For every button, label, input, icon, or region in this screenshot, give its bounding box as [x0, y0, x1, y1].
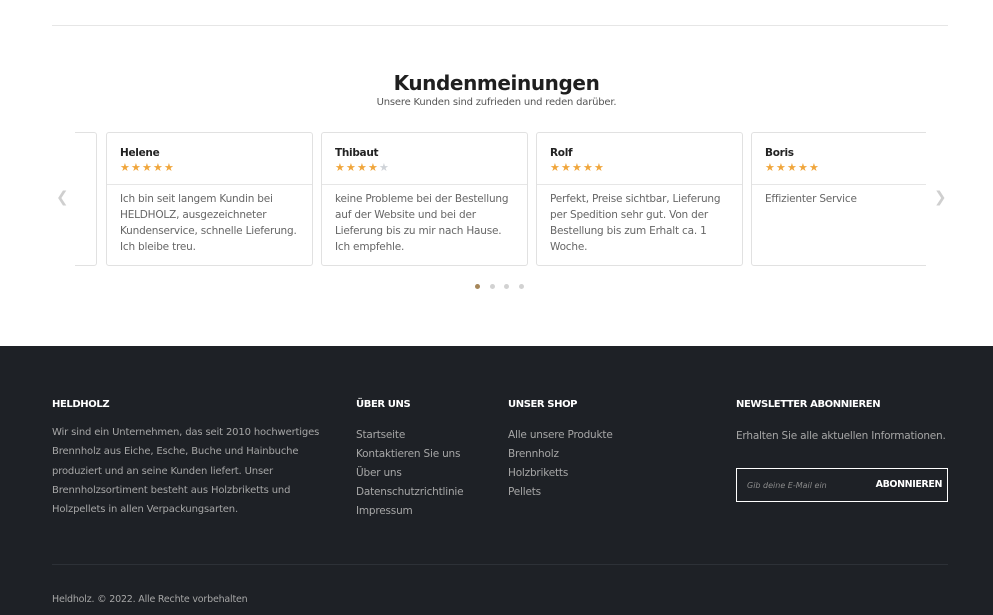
footer-link-datenschutz[interactable]: Datenschutzrichtlinie — [356, 483, 464, 502]
site-footer: HELDHOLZ Wir sind ein Unternehmen, das s… — [0, 346, 993, 615]
review-card: Rolf ★★★★★ Perfekt, Preise sichtbar, Lie… — [536, 132, 743, 266]
star-filled-icon: ★ — [809, 161, 819, 174]
star-filled-icon: ★ — [346, 161, 356, 174]
star-rating: ★★★★★ — [120, 162, 312, 174]
star-filled-icon: ★ — [594, 161, 604, 174]
newsletter-info-text: Erhalten Sie alle aktuellen Informatione… — [736, 430, 946, 442]
footer-shop-heading: UNSER SHOP — [508, 399, 578, 410]
star-filled-icon: ★ — [142, 161, 152, 174]
star-rating: ★★★★★ — [335, 162, 527, 174]
footer-newsletter-heading: NEWSLETTER ABONNIEREN — [736, 399, 881, 410]
footer-link-pellets[interactable]: Pellets — [508, 483, 613, 502]
footer-about-text: Wir sind ein Unternehmen, das seit 2010 … — [52, 427, 320, 516]
subscribe-button[interactable]: ABONNIEREN — [876, 469, 943, 501]
footer-about-us-heading: ÜBER UNS — [356, 399, 411, 410]
chevron-left-icon[interactable]: ❮ — [56, 190, 69, 205]
footer-about-us-links: Startseite Kontaktieren Sie uns Über uns… — [356, 426, 464, 521]
star-rating: ★★★★★ — [550, 162, 742, 174]
reviews-carousel: Helene ★★★★★ Ich bin seit langem Kundin … — [75, 132, 926, 266]
carousel-dot[interactable] — [518, 284, 524, 289]
newsletter-form: ABONNIEREN — [736, 468, 948, 502]
carousel-dot[interactable] — [504, 284, 509, 289]
footer-link-kontakt[interactable]: Kontaktieren Sie uns — [356, 445, 463, 464]
star-filled-icon: ★ — [153, 161, 163, 174]
reviews-subtitle: Unsere Kunden sind zufrieden und reden d… — [376, 97, 617, 108]
footer-link-alle-produkte[interactable]: Alle unsere Produkte — [508, 426, 613, 445]
star-filled-icon: ★ — [164, 161, 174, 174]
star-filled-icon: ★ — [798, 161, 808, 174]
star-rating: ★★★★★ — [765, 162, 926, 174]
star-filled-icon: ★ — [787, 161, 797, 174]
section-divider — [52, 25, 948, 26]
star-filled-icon: ★ — [583, 161, 593, 174]
reviewer-name: Rolf — [550, 147, 573, 159]
review-text: keine Probleme bei der Bestellung auf de… — [335, 193, 509, 253]
reviewer-name: Thibaut — [335, 147, 379, 159]
footer-brand-heading: HELDHOLZ — [52, 399, 110, 410]
footer-link-ueber-uns[interactable]: Über uns — [356, 464, 463, 483]
carousel-dot[interactable] — [489, 284, 495, 289]
copyright-text: Heldholz. © 2022. Alle Rechte vorbehalte… — [52, 594, 248, 605]
reviewer-name: Boris — [765, 147, 794, 159]
footer-divider — [52, 564, 948, 565]
star-filled-icon: ★ — [550, 161, 560, 174]
reviewer-name: Helene — [120, 147, 160, 159]
review-card: Helene ★★★★★ Ich bin seit langem Kundin … — [106, 132, 313, 266]
footer-link-brennholz[interactable]: Brennholz — [508, 445, 613, 464]
review-card: Boris ★★★★★ Effizienter Service — [751, 132, 926, 266]
carousel-dot[interactable] — [475, 284, 480, 289]
star-filled-icon: ★ — [131, 161, 141, 174]
star-filled-icon: ★ — [776, 161, 786, 174]
chevron-right-icon[interactable]: ❯ — [934, 190, 947, 205]
star-filled-icon: ★ — [561, 161, 571, 174]
review-text: Effizienter Service — [765, 193, 857, 205]
footer-link-impressum[interactable]: Impressum — [356, 502, 463, 521]
newsletter-email-input[interactable] — [737, 469, 867, 501]
star-filled-icon: ★ — [335, 161, 345, 174]
footer-shop-links: Alle unsere Produkte Brennholz Holzbrike… — [508, 426, 613, 502]
star-filled-icon: ★ — [572, 161, 582, 174]
reviews-title: Kundenmeinungen — [393, 71, 600, 95]
review-card: Thibaut ★★★★★ keine Probleme bei der Bes… — [321, 132, 528, 266]
star-filled-icon: ★ — [368, 161, 378, 174]
star-filled-icon: ★ — [357, 161, 367, 174]
star-filled-icon: ★ — [765, 161, 775, 174]
review-card-partial — [75, 132, 97, 266]
footer-link-startseite[interactable]: Startseite — [356, 426, 463, 445]
review-text: Ich bin seit langem Kundin bei HELDHOLZ,… — [120, 193, 297, 253]
star-empty-icon: ★ — [379, 161, 389, 174]
footer-link-holzbriketts[interactable]: Holzbriketts — [508, 464, 613, 483]
star-filled-icon: ★ — [120, 161, 130, 174]
review-text: Perfekt, Preise sichtbar, Lieferung per … — [550, 193, 721, 253]
